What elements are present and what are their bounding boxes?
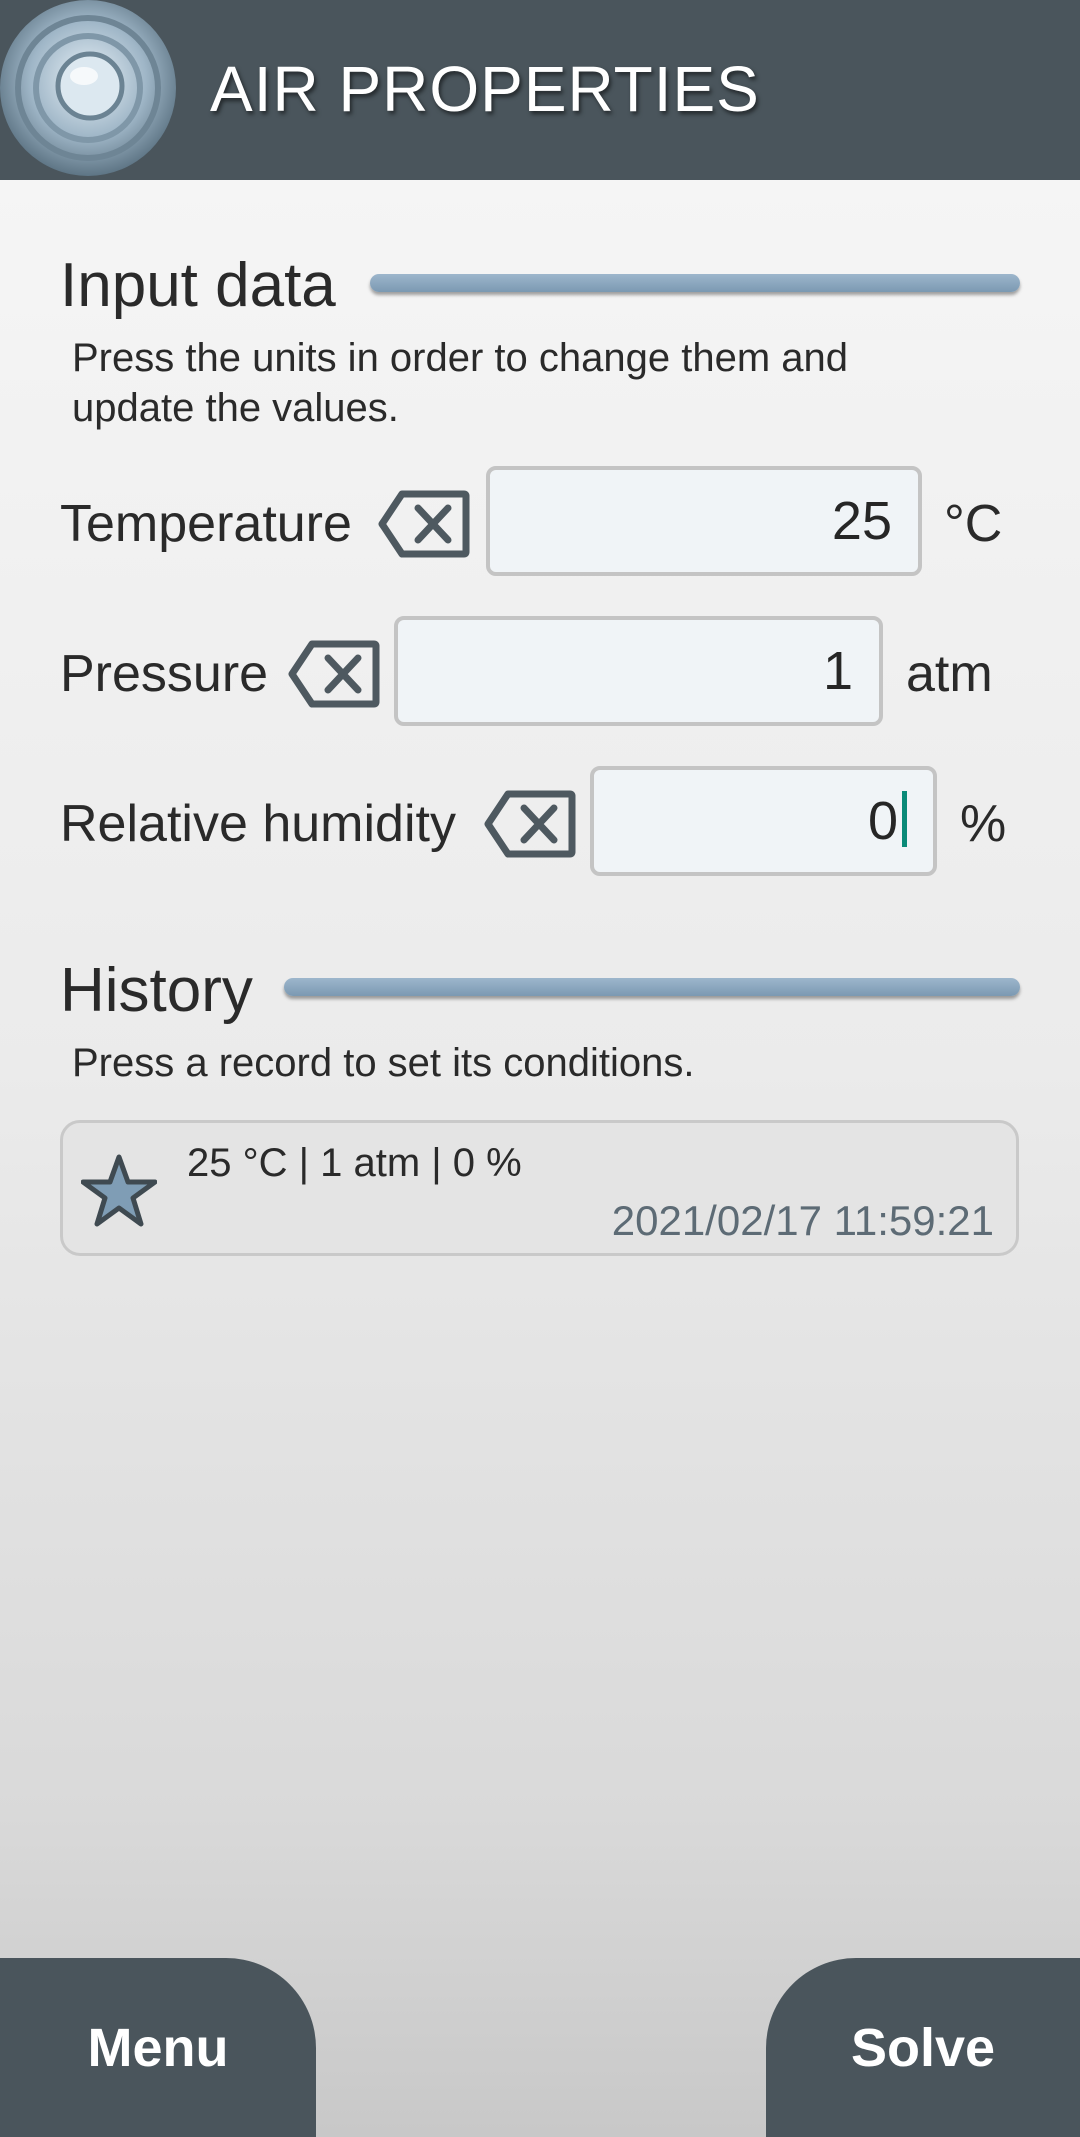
input-data-divider — [370, 274, 1020, 292]
relative-humidity-input[interactable]: 0 — [590, 766, 937, 876]
pressure-unit-button[interactable]: atm — [906, 644, 993, 704]
pressure-input[interactable]: 1 — [394, 616, 883, 726]
input-data-description: Press the units in order to change them … — [72, 333, 848, 433]
temperature-unit-button[interactable]: °C — [944, 494, 1002, 554]
history-heading: History — [60, 956, 253, 1025]
solve-button-label: Solve — [850, 2017, 996, 2078]
input-description-line-1: Press the units in order to change them … — [72, 336, 849, 380]
temperature-value: 25 — [831, 491, 892, 551]
history-description: Press a record to set its conditions. — [72, 1041, 695, 1085]
relative-humidity-clear-icon[interactable] — [484, 790, 576, 858]
menu-button-label: Menu — [87, 2017, 229, 2078]
record-conditions: 25 °C | 1 atm | 0 % — [187, 1141, 522, 1185]
app-logo-icon — [0, 0, 176, 176]
input-description-line-2: update the values. — [72, 386, 399, 430]
temperature-label: Temperature — [60, 495, 352, 553]
pressure-clear-icon[interactable] — [288, 640, 380, 708]
pressure-value: 1 — [822, 641, 853, 701]
relative-humidity-unit-button[interactable]: % — [960, 794, 1006, 854]
solve-button[interactable]: Solve — [766, 1958, 1080, 2137]
history-record[interactable]: 25 °C | 1 atm | 0 % 2021/02/17 11:59:21 — [60, 1120, 1019, 1256]
input-data-heading: Input data — [60, 251, 336, 320]
temperature-clear-icon[interactable] — [378, 490, 470, 558]
relative-humidity-label: Relative humidity — [60, 795, 456, 853]
temperature-input[interactable]: 25 — [486, 466, 922, 576]
record-timestamp: 2021/02/17 11:59:21 — [611, 1197, 994, 1244]
pressure-label: Pressure — [60, 645, 269, 703]
menu-button[interactable]: Menu — [0, 1958, 316, 2137]
app-title: AIR PROPERTIES — [210, 53, 760, 125]
text-caret — [902, 791, 907, 847]
history-divider — [284, 978, 1020, 996]
star-icon[interactable] — [81, 1153, 157, 1229]
relative-humidity-value: 0 — [867, 791, 898, 851]
app-bar: AIR PROPERTIES — [0, 0, 1080, 180]
